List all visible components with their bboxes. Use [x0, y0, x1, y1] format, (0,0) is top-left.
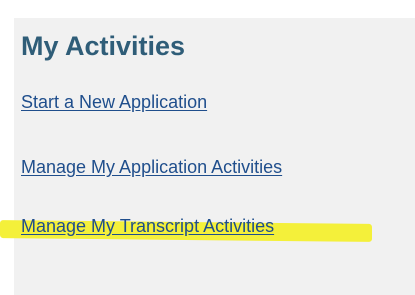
start-new-application-link[interactable]: Start a New Application: [21, 92, 207, 113]
section-title: My Activities: [21, 31, 186, 61]
manage-transcript-activities-link[interactable]: Manage My Transcript Activities: [21, 216, 274, 237]
manage-application-activities-link[interactable]: Manage My Application Activities: [21, 157, 282, 178]
